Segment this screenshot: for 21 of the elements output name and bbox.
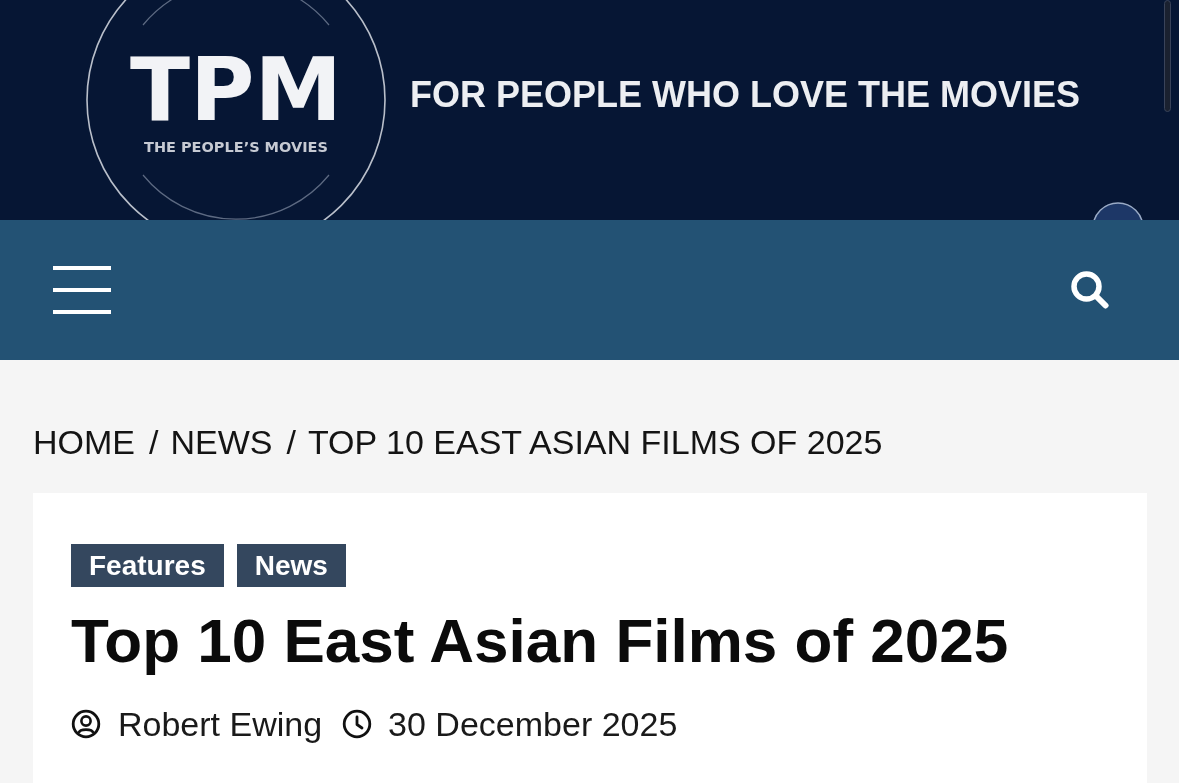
breadcrumb-separator: / bbox=[286, 422, 296, 462]
breadcrumb-link[interactable]: HOME bbox=[33, 422, 135, 462]
logo-mark[interactable]: TPM bbox=[129, 46, 343, 134]
menu-button[interactable] bbox=[53, 266, 111, 314]
menu-icon bbox=[53, 266, 111, 314]
article-title: Top 10 East Asian Films of 2025 bbox=[71, 605, 1009, 676]
clock-icon bbox=[342, 709, 373, 739]
site-tagline: FOR PEOPLE WHO LOVE THE MOVIES bbox=[410, 77, 1081, 113]
round-badge-icon[interactable] bbox=[1092, 202, 1144, 220]
author-link[interactable]: Robert Ewing bbox=[118, 704, 323, 744]
search-icon bbox=[1071, 271, 1109, 309]
scrollbar-thumb[interactable] bbox=[1164, 0, 1171, 112]
user-icon bbox=[71, 709, 101, 739]
publish-date: 30 December 2025 bbox=[388, 704, 678, 744]
breadcrumb-separator: / bbox=[149, 422, 159, 462]
breadcrumb-current: TOP 10 EAST ASIAN FILMS OF 2025 bbox=[307, 422, 883, 462]
search-button[interactable] bbox=[1071, 271, 1109, 309]
breadcrumb-link[interactable]: NEWS bbox=[170, 422, 273, 462]
logo-name: THE PEOPLE’S MOVIES bbox=[144, 140, 328, 155]
category-tag[interactable]: News bbox=[236, 544, 346, 587]
category-tag[interactable]: Features bbox=[71, 544, 224, 587]
